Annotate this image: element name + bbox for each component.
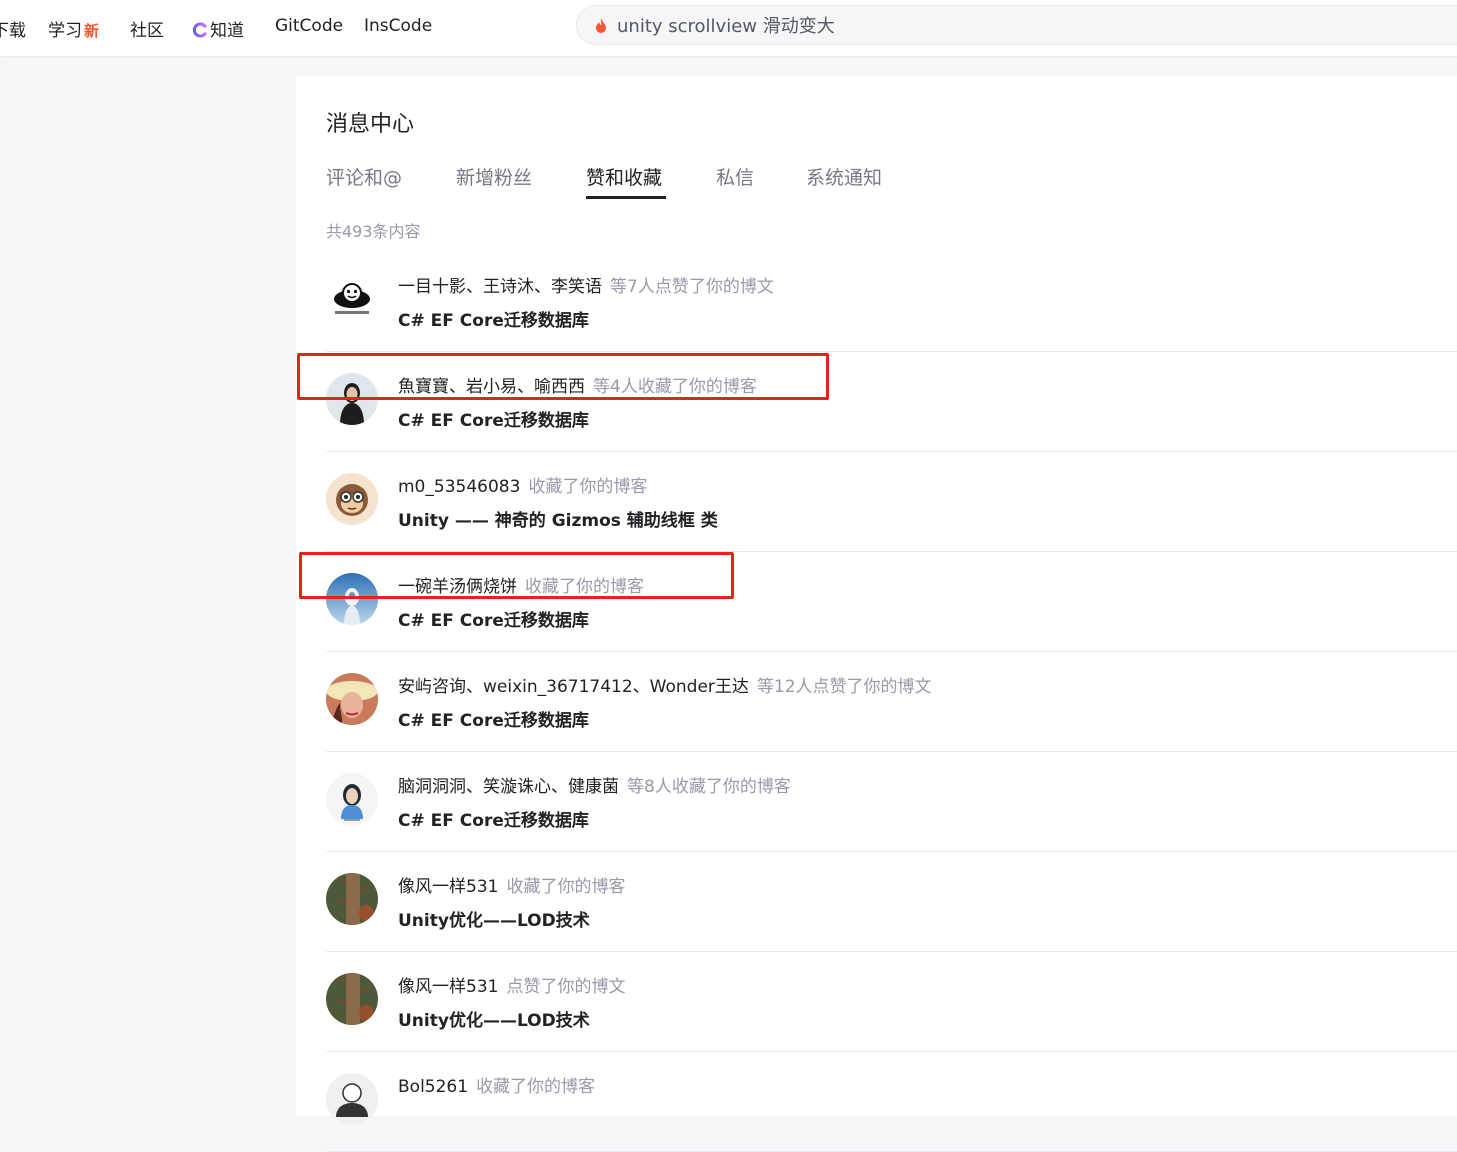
hat-woman-icon <box>326 673 378 725</box>
action-text: 收藏了你的博客 <box>476 1077 596 1097</box>
active-tab-indicator <box>586 196 666 199</box>
new-badge: 新 <box>84 22 100 40</box>
meme-face-icon <box>326 273 378 325</box>
girl-photo-icon <box>326 773 378 825</box>
user-names[interactable]: 像风一样531 <box>398 877 498 897</box>
tab-new-fans[interactable]: 新增粉丝 <box>456 163 532 190</box>
action-text: 等7人点赞了你的博文 <box>610 277 774 297</box>
user-names[interactable]: 安屿咨询、weixin_36717412、Wonder王达 <box>398 677 749 697</box>
nav-learn-label: 学习 <box>48 21 82 41</box>
avatar[interactable] <box>326 973 378 1025</box>
article-title[interactable]: C# EF Core迁移数据库 <box>398 306 589 331</box>
tab-comments[interactable]: 评论和@ <box>326 163 402 190</box>
article-title[interactable]: Unity —— 神奇的 Gizmos 辅助线框 类 <box>398 506 718 531</box>
tab-private-messages[interactable]: 私信 <box>716 163 754 190</box>
list-item[interactable]: 一目十影、王诗沐、李笑语 等7人点赞了你的博文 C# EF Core迁移数据库 <box>326 252 1457 352</box>
action-text: 收藏了你的博客 <box>528 477 648 497</box>
user-names[interactable]: 像风一样531 <box>398 977 498 997</box>
avatar[interactable] <box>326 473 378 525</box>
avatar[interactable] <box>326 1073 378 1125</box>
page-title: 消息中心 <box>326 112 415 137</box>
article-title[interactable]: Unity优化——LOD技术 <box>398 906 590 931</box>
notification-text: 像风一样531 点赞了你的博文 <box>398 972 625 997</box>
nav-learn[interactable]: 学习新 <box>48 16 99 41</box>
article-title[interactable]: C# EF Core迁移数据库 <box>398 606 589 631</box>
nav-download[interactable]: 下载 <box>0 16 26 41</box>
action-text: 收藏了你的博客 <box>506 877 626 897</box>
search-bar[interactable] <box>576 5 1457 45</box>
list-item[interactable]: Bol5261 收藏了你的博客 <box>326 1052 1457 1152</box>
list-item[interactable]: 安屿咨询、weixin_36717412、Wonder王达 等12人点赞了你的博文… <box>326 652 1457 752</box>
user-names[interactable]: 脑洞洞洞、笑漩诛心、健康菌 <box>398 777 619 797</box>
monkey-icon <box>326 473 378 525</box>
nav-zhidao[interactable]: 知道 <box>192 16 244 41</box>
nav-zhidao-label: 知道 <box>210 21 244 41</box>
avatar[interactable] <box>326 673 378 725</box>
notification-text: m0_53546083 收藏了你的博客 <box>398 472 647 497</box>
avatar[interactable] <box>326 773 378 825</box>
notification-text: 脑洞洞洞、笑漩诛心、健康菌 等8人收藏了你的博客 <box>398 772 791 797</box>
highlight-box <box>299 552 734 599</box>
nav-community[interactable]: 社区 <box>130 16 164 41</box>
article-title[interactable]: C# EF Core迁移数据库 <box>398 806 589 831</box>
notification-text: Bol5261 收藏了你的博客 <box>398 1072 595 1097</box>
tree-trunk-icon <box>326 873 378 925</box>
article-title[interactable]: C# EF Core迁移数据库 <box>398 406 589 431</box>
hot-flame-icon <box>596 18 606 33</box>
default-avatar-icon <box>326 1073 378 1125</box>
search-input[interactable] <box>617 6 1417 44</box>
article-title[interactable]: Unity优化——LOD技术 <box>398 1006 590 1031</box>
nav-gitcode[interactable]: GitCode <box>275 16 343 36</box>
user-names[interactable]: Bol5261 <box>398 1077 468 1097</box>
avatar[interactable] <box>326 273 378 325</box>
list-item[interactable]: 像风一样531 点赞了你的博文 Unity优化——LOD技术 <box>326 952 1457 1052</box>
action-text: 等8人收藏了你的博客 <box>627 777 791 797</box>
notification-text: 一目十影、王诗沐、李笑语 等7人点赞了你的博文 <box>398 272 774 297</box>
notification-text: 安屿咨询、weixin_36717412、Wonder王达 等12人点赞了你的博文 <box>398 672 932 697</box>
tree-trunk-icon <box>326 973 378 1025</box>
article-title[interactable]: C# EF Core迁移数据库 <box>398 706 589 731</box>
total-count: 共493条内容 <box>326 222 421 241</box>
avatar[interactable] <box>326 873 378 925</box>
list-item[interactable]: 像风一样531 收藏了你的博客 Unity优化——LOD技术 <box>326 852 1457 952</box>
user-names[interactable]: 一目十影、王诗沐、李笑语 <box>398 277 602 297</box>
action-text: 等12人点赞了你的博文 <box>756 677 932 697</box>
list-item[interactable]: m0_53546083 收藏了你的博客 Unity —— 神奇的 Gizmos 辅… <box>326 452 1457 552</box>
highlight-box <box>297 353 829 400</box>
zhidao-logo-icon <box>192 22 207 38</box>
action-text: 点赞了你的博文 <box>506 977 626 997</box>
tab-system-notices[interactable]: 系统通知 <box>806 163 882 190</box>
list-item[interactable]: 脑洞洞洞、笑漩诛心、健康菌 等8人收藏了你的博客 C# EF Core迁移数据库 <box>326 752 1457 852</box>
user-names[interactable]: m0_53546083 <box>398 477 520 497</box>
top-navbar: 下载 学习新 社区 知道 GitCode InsCode <box>0 0 1457 56</box>
nav-inscode[interactable]: InsCode <box>364 16 432 36</box>
tab-likes-favorites[interactable]: 赞和收藏 <box>586 163 662 190</box>
notification-text: 像风一样531 收藏了你的博客 <box>398 872 625 897</box>
